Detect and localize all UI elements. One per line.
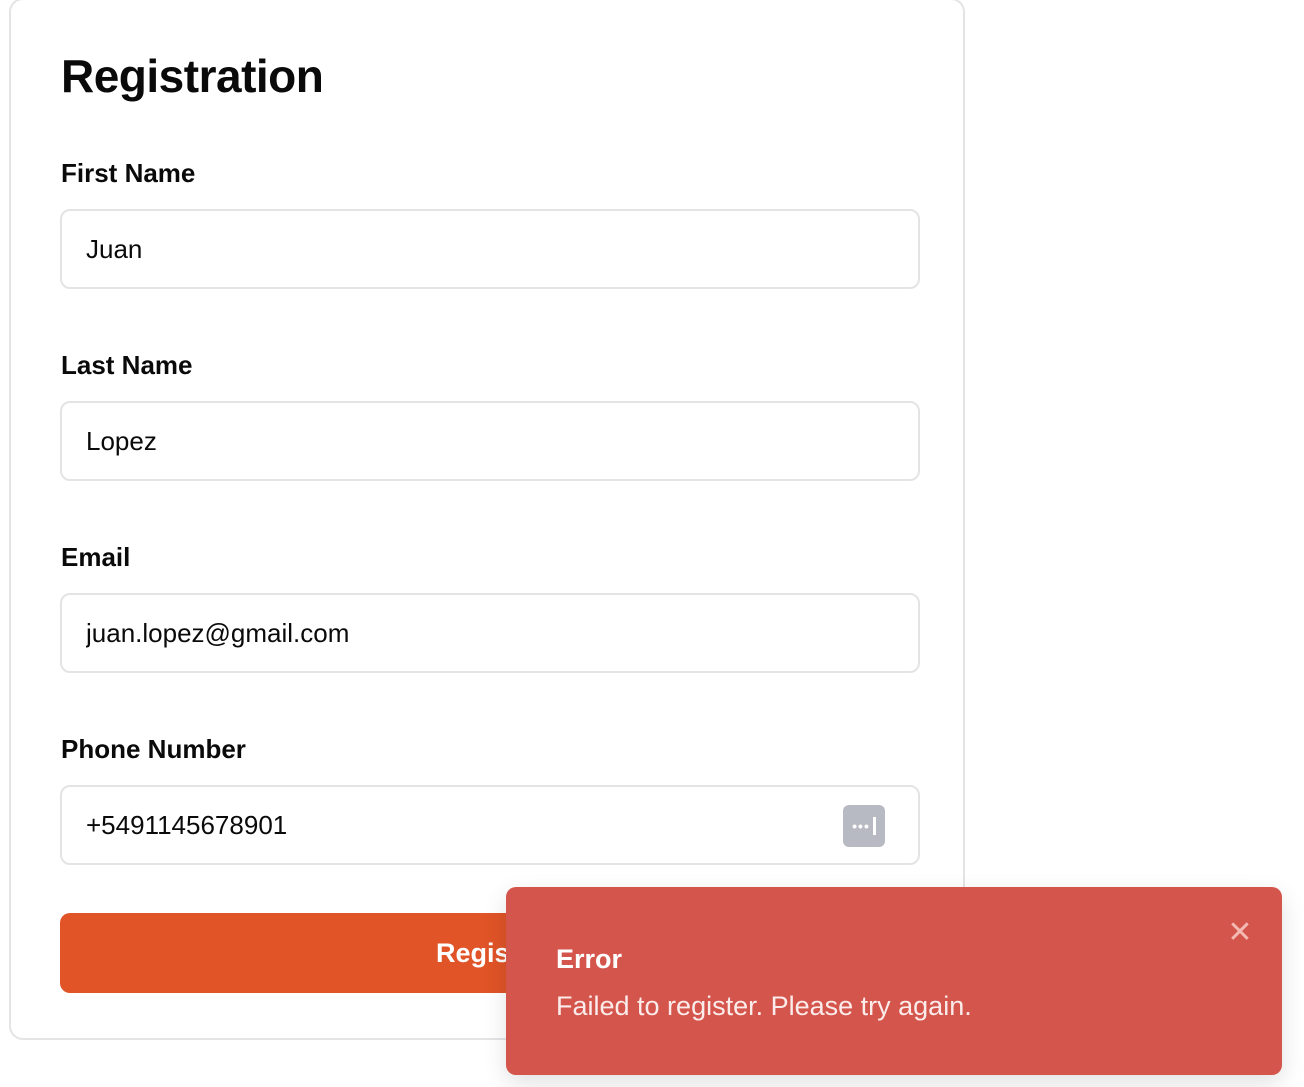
last-name-input[interactable] bbox=[60, 401, 920, 481]
phone-number-label: Phone Number bbox=[61, 734, 246, 764]
toast-title: Error bbox=[556, 944, 623, 974]
email-label: Email bbox=[61, 542, 131, 572]
close-icon[interactable]: ✕ bbox=[1224, 917, 1256, 949]
error-toast: Error Failed to register. Please try aga… bbox=[506, 887, 1282, 1075]
last-name-label: Last Name bbox=[61, 350, 193, 380]
first-name-input[interactable] bbox=[60, 209, 920, 289]
registration-card: Registration First Name Last Name Email … bbox=[9, 0, 965, 1040]
password-manager-icon[interactable]: ••• bbox=[843, 805, 885, 847]
phone-number-input[interactable] bbox=[60, 785, 920, 865]
first-name-label: First Name bbox=[61, 158, 196, 188]
page: Registration First Name Last Name Email … bbox=[0, 0, 1304, 1087]
page-title: Registration bbox=[61, 50, 324, 102]
email-input[interactable] bbox=[60, 593, 920, 673]
toast-message: Failed to register. Please try again. bbox=[556, 991, 972, 1021]
